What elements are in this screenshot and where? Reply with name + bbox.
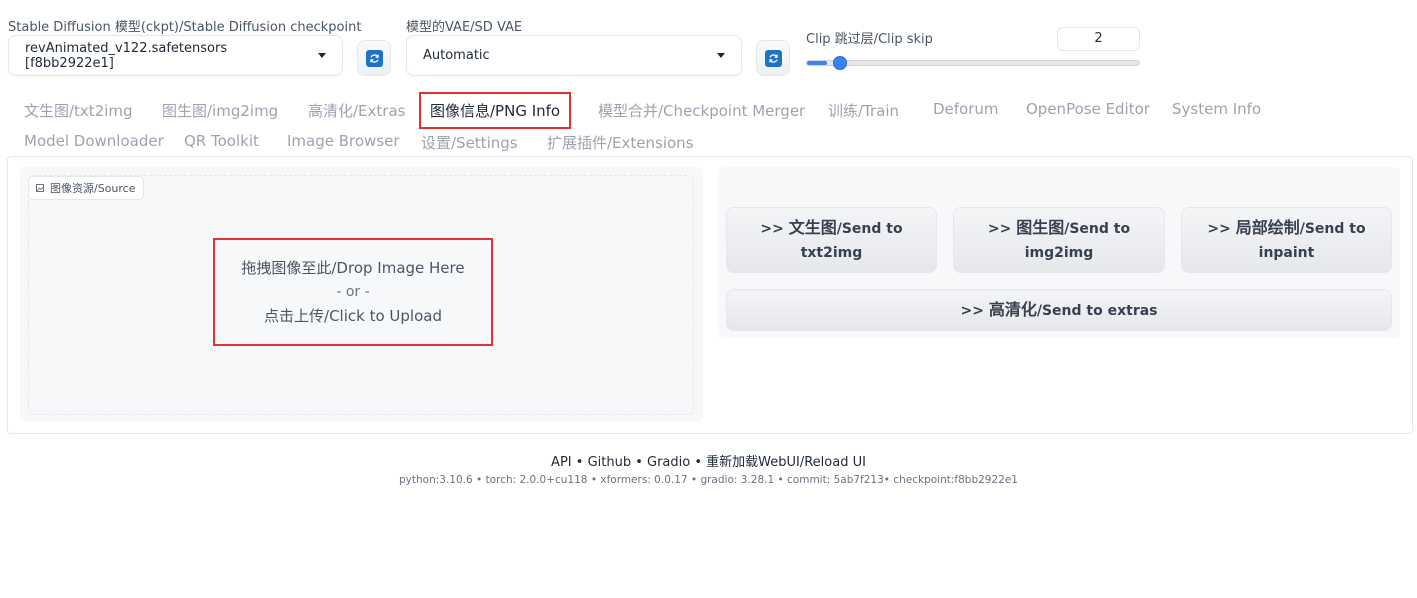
tab-image-browser[interactable]: Image Browser [287,132,400,150]
tab-checkpoint-merger[interactable]: 模型合并/Checkpoint Merger [598,100,805,121]
send-to-txt2img-button[interactable]: >> 文生图/Send to txt2img [726,207,937,273]
send-to-extras-button[interactable]: >> 高清化/Send to extras [726,289,1392,331]
refresh-vae-button[interactable] [756,40,790,76]
send-target: img2img [1024,244,1094,261]
tab-png-info[interactable]: 图像信息/PNG Info [419,92,572,129]
api-link[interactable]: API [551,455,572,470]
gradio-version: gradio: 3.28.1 [700,474,775,486]
or-text: - or - [336,284,370,300]
footer-separator: • [687,474,701,486]
refresh-checkpoint-button[interactable] [357,40,391,76]
vae-label: 模型的VAE/SD VAE [406,20,523,35]
checkpoint-value: revAnimated_v122.safetensors [f8bb2922e1… [25,40,228,71]
chevron-down-icon [318,53,326,58]
refresh-icon [764,49,782,67]
clip-skip-slider-thumb[interactable] [833,56,848,70]
send-target-name: 局部绘制 [1235,217,1300,237]
footer-separator: • [472,474,486,486]
tab-qr-toolkit[interactable]: QR Toolkit [184,132,259,150]
checkpoint-dropdown[interactable]: revAnimated_v122.safetensors [f8bb2922e1… [8,35,343,76]
tab-extensions[interactable]: 扩展插件/Extensions [547,132,694,153]
send-target: txt2img [800,244,863,261]
footer-separator: • [571,455,588,470]
footer-separator: • [631,455,648,470]
clip-skip-slider[interactable] [806,60,1140,66]
send-to-inpaint-button[interactable]: >> 局部绘制/Send to inpaint [1181,207,1392,273]
click-upload-text: 点击上传/Click to Upload [264,307,442,325]
tab-model-downloader[interactable]: Model Downloader [24,132,164,150]
footer-separator: • [690,455,707,470]
send-prefix: >> [960,302,989,319]
chevron-down-icon [717,53,725,58]
send-label: /Send to [1064,220,1131,237]
upload-prompt[interactable]: 拖拽图像至此/Drop Image Here - or - 点击上传/Click… [213,238,493,346]
drop-image-text: 拖拽图像至此/Drop Image Here [241,259,465,277]
tab-settings[interactable]: 设置/Settings [421,132,518,153]
footer-links: API • Github • Gradio • 重新加载WebUI/Reload… [0,451,1417,470]
send-to-img2img-button[interactable]: >> 图生图/Send to img2img [953,207,1165,273]
footer-versions: python:3.10.6 • torch: 2.0.0+cu118 • xfo… [0,474,1417,486]
send-prefix: >> [987,220,1017,237]
source-label-text: 图像资源/Source [50,182,136,195]
send-target-name: 高清化 [988,299,1037,319]
tab-system-info[interactable]: System Info [1172,100,1261,118]
tab-extras[interactable]: 高清化/Extras [308,100,405,121]
checkpoint-label: Stable Diffusion 模型(ckpt)/Stable Diffusi… [8,20,362,35]
tab-train[interactable]: 训练/Train [828,100,899,121]
tab-deforum[interactable]: Deforum [933,100,999,118]
send-label: /Send to extras [1036,302,1158,319]
send-prefix: >> [760,220,789,237]
source-label: 图像资源/Source [28,176,144,200]
send-label: /Send to [1299,220,1366,237]
footer-separator: • [587,474,601,486]
python-version: python:3.10.6 [399,474,473,486]
send-target: inpaint [1258,244,1315,261]
torch-version: torch: 2.0.0+cu118 [485,474,588,486]
send-target-name: 文生图 [788,217,837,237]
send-label: /Send to [836,220,903,237]
xformers-version: xformers: 0.0.17 [600,474,688,486]
send-target-name: 图生图 [1016,217,1065,237]
footer-separator: • [774,474,788,486]
checkpoint-hash: checkpoint:f8bb2922e1 [893,474,1018,486]
vae-dropdown[interactable]: Automatic [406,35,742,76]
clip-skip-input[interactable]: 2 [1057,27,1140,51]
send-prefix: >> [1207,220,1236,237]
commit-hash: commit: 5ab7f213• [787,474,890,486]
clip-skip-label: Clip 跳过层/Clip skip [806,32,933,47]
tab-img2img[interactable]: 图生图/img2img [162,100,278,121]
clip-skip-slider-fill [807,61,827,65]
image-icon [36,184,44,192]
tab-openpose-editor[interactable]: OpenPose Editor [1026,100,1150,118]
github-link[interactable]: Github [588,455,632,470]
reload-ui-link[interactable]: 重新加载WebUI/Reload UI [706,455,866,470]
vae-value: Automatic [423,48,490,63]
gradio-link[interactable]: Gradio [647,455,690,470]
refresh-icon [365,49,383,67]
tab-txt2img[interactable]: 文生图/txt2img [24,100,133,121]
